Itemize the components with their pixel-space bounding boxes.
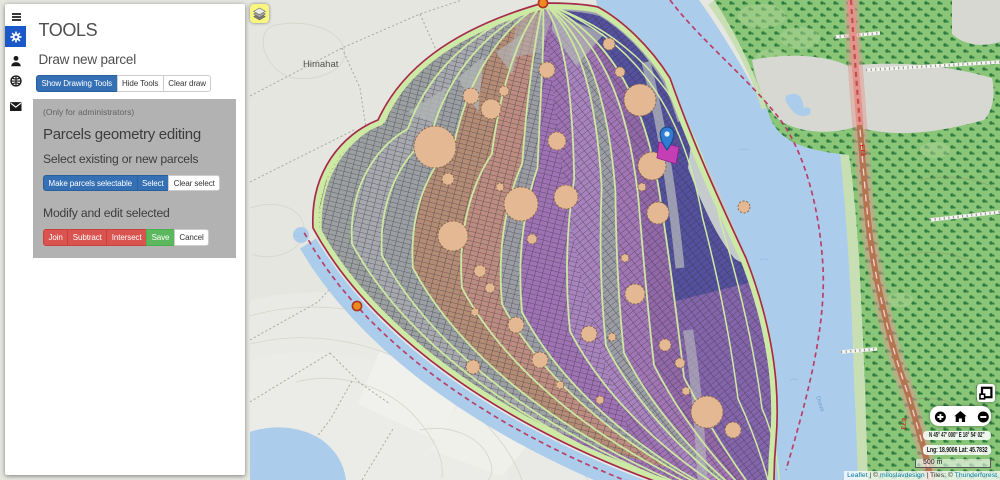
svg-text:E73: E73: [899, 418, 907, 431]
svg-text:E73: E73: [858, 144, 866, 157]
svg-text:Himahat: Himahat: [303, 59, 339, 70]
